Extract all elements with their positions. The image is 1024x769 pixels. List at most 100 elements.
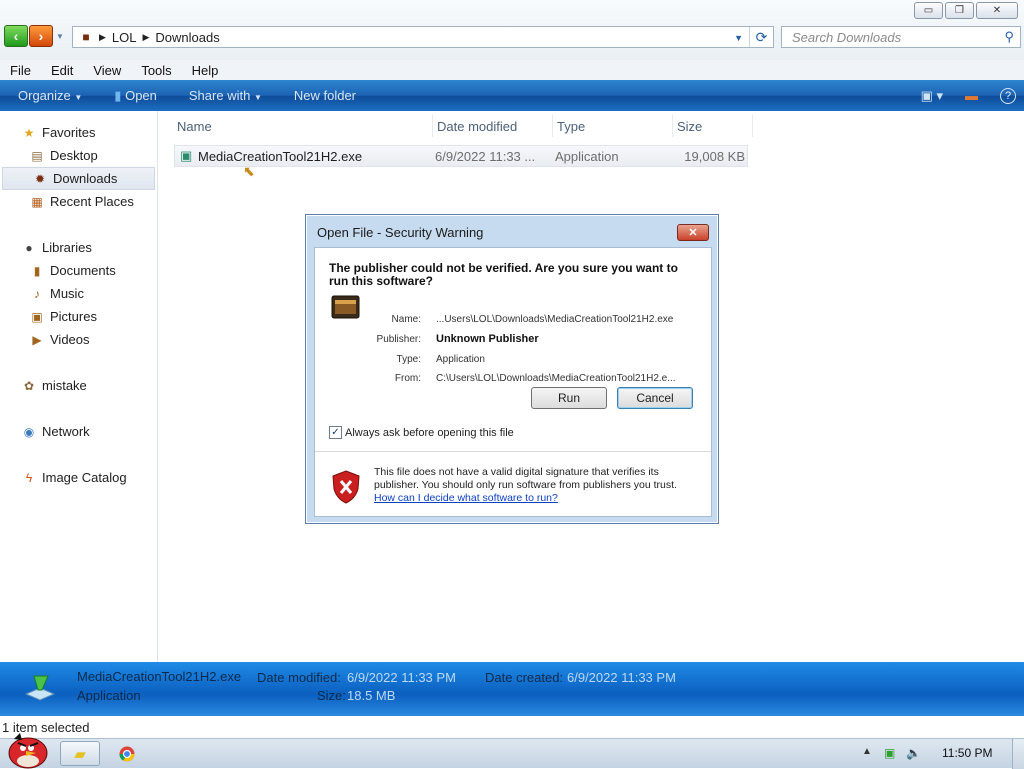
- menu-edit[interactable]: Edit: [41, 63, 83, 78]
- menu-view[interactable]: View: [83, 63, 131, 78]
- always-ask-checkbox[interactable]: ✓ Always ask before opening this file: [329, 426, 514, 439]
- maximize-button[interactable]: ❐: [945, 2, 974, 19]
- sidebar-label: Documents: [50, 263, 116, 278]
- column-header-date-modified[interactable]: Date modified: [433, 115, 553, 137]
- sidebar-item-favorites[interactable]: ★ Favorites: [0, 121, 157, 144]
- open-app-icon: ▮: [114, 87, 122, 103]
- open-button[interactable]: ▮ Open: [98, 88, 173, 104]
- show-hidden-icons-icon[interactable]: ▲: [862, 746, 872, 757]
- sidebar-label: Downloads: [53, 171, 118, 186]
- application-file-icon: ▣: [180, 148, 193, 163]
- view-options-icon[interactable]: ▣ ▾: [921, 88, 943, 104]
- chrome-icon: [119, 746, 135, 762]
- show-desktop-button[interactable]: [1012, 739, 1024, 769]
- sidebar-item-desktop[interactable]: ▤ Desktop: [0, 144, 157, 167]
- action-center-icon[interactable]: ▣: [884, 746, 895, 760]
- from-label: From:: [394, 373, 421, 384]
- sidebar-item-image-catalog[interactable]: ϟ Image Catalog: [0, 466, 157, 489]
- pictures-icon: ▣: [31, 309, 43, 324]
- navigation-pane: ★ Favorites ▤ Desktop ✹ Downloads ▦ Recent P…: [0, 111, 158, 662]
- share-with-button[interactable]: Share with ▼: [173, 88, 278, 103]
- from-value: C:\Users\LOL\Downloads\MediaCreationTool…: [436, 373, 676, 384]
- sidebar-label: mistake: [42, 378, 87, 393]
- desktop-icon: ▤: [31, 148, 43, 163]
- network-icon: ◉: [23, 424, 35, 439]
- details-filename: MediaCreationTool21H2.exe: [77, 669, 242, 684]
- status-bar: 1 item selected: [0, 716, 1024, 738]
- column-header-size[interactable]: Size: [673, 115, 753, 137]
- preview-pane-icon[interactable]: ▬: [965, 88, 978, 103]
- homegroup-icon: ✿: [23, 378, 35, 393]
- help-link[interactable]: How can I decide what software to run?: [374, 492, 699, 505]
- sidebar-item-libraries[interactable]: ● Libraries: [0, 236, 157, 259]
- back-arrow-icon: ‹: [13, 28, 19, 44]
- search-placeholder: Search Downloads: [792, 29, 902, 45]
- dialog-close-button[interactable]: ✕: [677, 224, 709, 241]
- publisher-label: Publisher:: [376, 334, 421, 345]
- sidebar-item-music[interactable]: ♪ Music: [0, 282, 157, 305]
- menu-tools[interactable]: Tools: [131, 63, 181, 78]
- minimize-button[interactable]: ▭: [914, 2, 943, 19]
- file-row[interactable]: ▣ MediaCreationTool21H2.exe 6/9/2022 11:…: [174, 145, 748, 167]
- recent-pages-dropdown-icon[interactable]: ▼: [56, 32, 64, 41]
- cancel-button[interactable]: Cancel: [617, 387, 693, 409]
- sidebar-label: Pictures: [50, 309, 97, 324]
- cursor-busy-icon: ⬉: [243, 163, 255, 179]
- sidebar-item-mistake[interactable]: ✿ mistake: [0, 374, 157, 397]
- back-button[interactable]: ‹: [4, 25, 28, 47]
- sidebar-item-recent-places[interactable]: ▦ Recent Places: [0, 190, 157, 213]
- image-catalog-icon: ϟ: [25, 470, 33, 485]
- address-dropdown-icon[interactable]: ▼: [734, 33, 743, 43]
- file-name: MediaCreationTool21H2.exe: [198, 148, 363, 164]
- libraries-icon: ●: [25, 240, 33, 255]
- menu-help[interactable]: Help: [182, 63, 229, 78]
- sidebar-item-pictures[interactable]: ▣ Pictures: [0, 305, 157, 328]
- application-large-icon: [24, 675, 56, 701]
- command-bar: Organize ▼ ▮ Open Share with ▼ New folde…: [0, 80, 1024, 111]
- sidebar-label: Music: [50, 286, 84, 301]
- breadcrumb-downloads[interactable]: Downloads: [155, 30, 219, 45]
- new-folder-button[interactable]: New folder: [278, 88, 372, 103]
- refresh-icon[interactable]: ⟳: [749, 27, 773, 47]
- videos-icon: ▶: [32, 332, 42, 347]
- dropdown-arrow-icon: ▼: [253, 93, 262, 102]
- sidebar-label: Favorites: [42, 125, 96, 140]
- sidebar-item-documents[interactable]: ▮ Documents: [0, 259, 157, 282]
- column-label: Type: [557, 118, 586, 134]
- start-button-angry-bird-icon[interactable]: [4, 729, 50, 769]
- share-with-label: Share with: [188, 88, 251, 103]
- column-label: Date modified: [437, 118, 518, 134]
- dialog-question: The publisher could not be verified. Are…: [329, 261, 678, 288]
- sidebar-item-downloads[interactable]: ✹ Downloads: [2, 167, 155, 190]
- column-label: Name: [177, 118, 212, 134]
- close-button[interactable]: ✕: [976, 2, 1018, 19]
- column-header-name[interactable]: Name: [173, 115, 433, 137]
- details-size-label: Size:: [317, 688, 346, 703]
- search-icon[interactable]: ⚲: [1004, 29, 1014, 45]
- organize-label: Organize: [18, 88, 71, 103]
- taskbar-chrome-button[interactable]: [112, 743, 142, 765]
- run-button[interactable]: Run: [531, 387, 607, 409]
- downloads-icon: ✹: [34, 171, 46, 186]
- breadcrumb-lol[interactable]: LOL: [112, 30, 137, 45]
- volume-icon[interactable]: 🔈: [906, 746, 921, 760]
- help-icon[interactable]: ?: [1000, 87, 1016, 104]
- column-header-type[interactable]: Type: [553, 115, 673, 137]
- organize-button[interactable]: Organize ▼: [0, 88, 98, 103]
- open-label: Open: [125, 87, 157, 103]
- checkbox-checked-icon[interactable]: ✓: [329, 426, 342, 439]
- sidebar-item-network[interactable]: ◉ Network: [0, 420, 157, 443]
- forward-button[interactable]: ›: [29, 25, 53, 47]
- address-bar[interactable]: ■ ▶ LOL ▶ Downloads ▼ ⟳: [72, 26, 774, 48]
- column-label: Size: [677, 118, 703, 134]
- file-type: Application: [555, 148, 619, 164]
- sidebar-item-videos[interactable]: ▶ Videos: [0, 328, 157, 351]
- sidebar-label: Network: [42, 424, 90, 439]
- search-input[interactable]: Search Downloads ⚲: [781, 26, 1021, 48]
- star-icon: ★: [23, 125, 35, 140]
- taskbar-explorer-button[interactable]: ▰: [60, 741, 100, 766]
- breadcrumb-separator-icon: ▶: [142, 31, 150, 42]
- menu-file[interactable]: File: [0, 63, 41, 78]
- system-clock[interactable]: 11:50 PM: [942, 746, 992, 760]
- sidebar-label: Image Catalog: [42, 470, 127, 485]
